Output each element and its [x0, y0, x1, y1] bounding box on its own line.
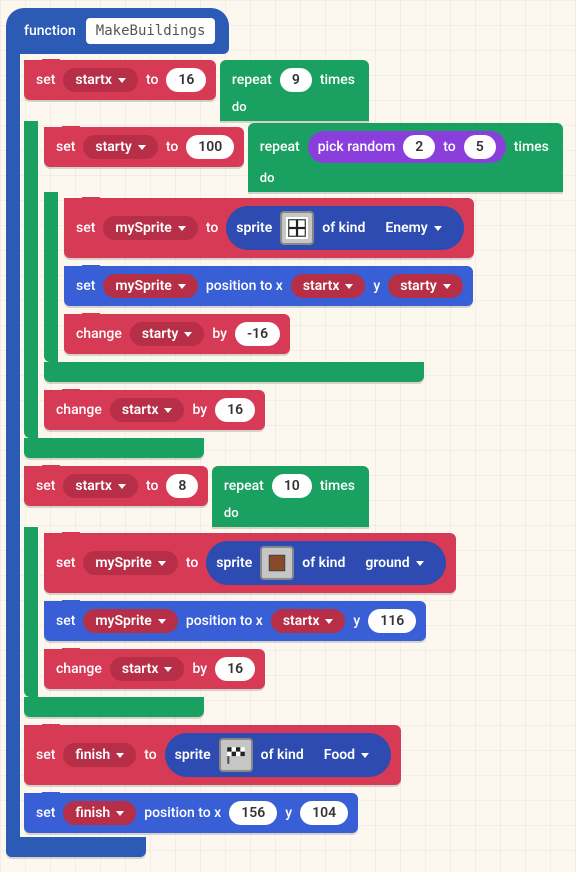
sprite-create-block[interactable]: sprite of kind Enemy: [226, 206, 463, 250]
value-input[interactable]: 2: [403, 135, 435, 159]
value-input[interactable]: -16: [235, 322, 280, 346]
chevron-down-icon: [158, 619, 166, 624]
var-dropdown-finish[interactable]: finish: [63, 743, 136, 767]
function-keyword: function: [24, 23, 76, 39]
var-dropdown-mysprite[interactable]: mySprite: [103, 274, 197, 298]
value-input[interactable]: 16: [215, 398, 255, 422]
set-mysprite-enemy-block[interactable]: set mySprite to sprite of kind Enemy: [64, 198, 474, 258]
chevron-down-icon: [118, 78, 126, 83]
change-startx-block[interactable]: change startx by 16: [44, 390, 265, 430]
var-dropdown-startx[interactable]: startx: [63, 68, 138, 92]
set-position-finish-block[interactable]: set finish position to x 156 y 104: [24, 793, 358, 833]
value-input[interactable]: 10: [272, 474, 312, 498]
value-input[interactable]: 8: [166, 474, 198, 498]
repeat-block-inner[interactable]: repeat pick random 2 to 5 times do: [248, 123, 563, 192]
sprite-image-picker[interactable]: [219, 738, 253, 772]
kind-dropdown-ground[interactable]: ground: [353, 551, 435, 575]
chevron-down-icon: [325, 619, 333, 624]
var-dropdown-startx[interactable]: startx: [63, 474, 138, 498]
chevron-down-icon: [164, 667, 172, 672]
sprite-create-block[interactable]: sprite of kind Food: [165, 733, 391, 777]
chevron-down-icon: [164, 408, 172, 413]
value-input[interactable]: 9: [280, 68, 312, 92]
var-dropdown-mysprite[interactable]: mySprite: [83, 609, 177, 633]
var-dropdown-startx[interactable]: startx: [110, 398, 185, 422]
var-dropdown-startx[interactable]: startx: [271, 609, 346, 633]
function-name-input[interactable]: MakeBuildings: [86, 18, 216, 44]
value-input[interactable]: 104: [300, 801, 348, 825]
value-input[interactable]: 16: [166, 68, 206, 92]
kind-dropdown-food[interactable]: Food: [312, 743, 381, 767]
chevron-down-icon: [184, 332, 192, 337]
repeat-block-ground[interactable]: repeat 10 times do: [212, 466, 369, 527]
set-startx-block[interactable]: set startx to 16: [24, 60, 216, 100]
repeat-block-outer[interactable]: repeat 9 times do: [220, 60, 369, 121]
chevron-down-icon: [443, 284, 451, 289]
chevron-down-icon: [416, 561, 424, 566]
set-finish-block[interactable]: set finish to sprite of kind Food: [24, 725, 401, 785]
chevron-down-icon: [118, 484, 126, 489]
set-starty-block[interactable]: set starty to 100: [44, 127, 244, 167]
value-input[interactable]: 5: [464, 135, 496, 159]
var-dropdown-starty[interactable]: starty: [388, 274, 462, 298]
chevron-down-icon: [116, 753, 124, 758]
value-input[interactable]: 156: [229, 801, 277, 825]
chevron-down-icon: [361, 753, 369, 758]
kind-dropdown-enemy[interactable]: Enemy: [373, 216, 453, 240]
value-input[interactable]: 100: [186, 135, 234, 159]
change-starty-block[interactable]: change starty by -16: [64, 314, 290, 354]
set-position-ground-block[interactable]: set mySprite position to x startx y 116: [44, 601, 426, 641]
pick-random-block[interactable]: pick random 2 to 5: [308, 131, 506, 163]
set-mysprite-ground-block[interactable]: set mySprite to sprite of kind ground: [44, 533, 456, 593]
chevron-down-icon: [116, 811, 124, 816]
var-dropdown-starty[interactable]: starty: [83, 135, 157, 159]
var-dropdown-startx[interactable]: startx: [291, 274, 366, 298]
chevron-down-icon: [345, 284, 353, 289]
window-icon: [286, 217, 308, 239]
chevron-down-icon: [178, 226, 186, 231]
chevron-down-icon: [178, 284, 186, 289]
sprite-image-picker[interactable]: [280, 211, 314, 245]
chevron-down-icon: [138, 145, 146, 150]
var-dropdown-startx[interactable]: startx: [110, 657, 185, 681]
var-dropdown-starty[interactable]: starty: [130, 322, 204, 346]
set-position-enemy-block[interactable]: set mySprite position to x startx y star…: [64, 266, 473, 306]
value-input[interactable]: 116: [368, 609, 416, 633]
var-dropdown-mysprite[interactable]: mySprite: [103, 216, 197, 240]
chevron-down-icon: [434, 226, 442, 231]
sprite-image-picker[interactable]: [260, 546, 294, 580]
chevron-down-icon: [158, 561, 166, 566]
function-hat[interactable]: function MakeBuildings: [6, 8, 229, 54]
var-dropdown-mysprite[interactable]: mySprite: [83, 551, 177, 575]
square-icon: [266, 552, 288, 574]
checkered-flag-icon: [225, 744, 247, 766]
value-input[interactable]: 16: [215, 657, 255, 681]
var-dropdown-finish[interactable]: finish: [63, 801, 136, 825]
set-startx-8-block[interactable]: set startx to 8: [24, 466, 208, 506]
sprite-create-block[interactable]: sprite of kind ground: [206, 541, 445, 585]
change-startx-ground-block[interactable]: change startx by 16: [44, 649, 265, 689]
